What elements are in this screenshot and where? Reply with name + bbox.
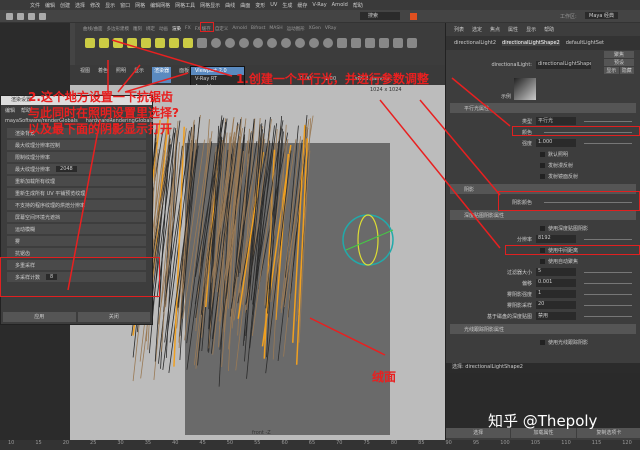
annotation-step2-line1: 2.这个地方设置一下抗锯齿: [28, 90, 173, 104]
timeline-tick: 70: [336, 440, 343, 446]
annotation-arrows: [67, 39, 511, 356]
timeline-tick: 65: [308, 440, 316, 446]
timeline-tick: 40: [172, 440, 179, 446]
timeline-tick: 50: [226, 440, 234, 446]
timeline-tick: 110: [561, 440, 571, 446]
time-slider[interactable]: 10 15 20 25 30 35 40 45 50 55 60 65 70 75 80 85 90 95 100 1…: [0, 440, 640, 450]
timeline-tick: 25: [90, 440, 97, 446]
watermark: 知乎 @Thepoly: [488, 412, 598, 430]
timeline-tick: 20: [62, 440, 70, 446]
timeline-tick: 55: [254, 440, 261, 446]
timeline-tick: 45: [199, 440, 206, 446]
timeline-tick: 120: [622, 440, 632, 446]
annotation-hair-label: 绒面: [372, 370, 397, 384]
timeline-tick: 35: [144, 440, 152, 446]
timeline-tick: 90: [445, 440, 452, 446]
timeline-tick: 115: [591, 440, 602, 446]
timeline-tick: 15: [35, 440, 42, 446]
annotation-step1: 1.创建一个平行光，并进行参数调整: [236, 72, 429, 86]
timeline-tick: 10: [8, 440, 15, 446]
timeline-tick: 60: [281, 440, 288, 446]
timeline-tick: 80: [390, 440, 398, 446]
annotation-step2-line2: 与此同时在照明设置里选择?: [28, 106, 179, 120]
annotation-step2-line3: 以及最下面的阴影显示打开: [28, 122, 173, 136]
timeline-tick: 95: [472, 440, 480, 446]
timeline-tick: 30: [117, 440, 124, 446]
timeline-tick: 100: [500, 440, 510, 446]
timeline-tick: 85: [418, 440, 425, 446]
timeline-tick: 105: [530, 440, 541, 446]
timeline-tick: 75: [363, 440, 370, 446]
